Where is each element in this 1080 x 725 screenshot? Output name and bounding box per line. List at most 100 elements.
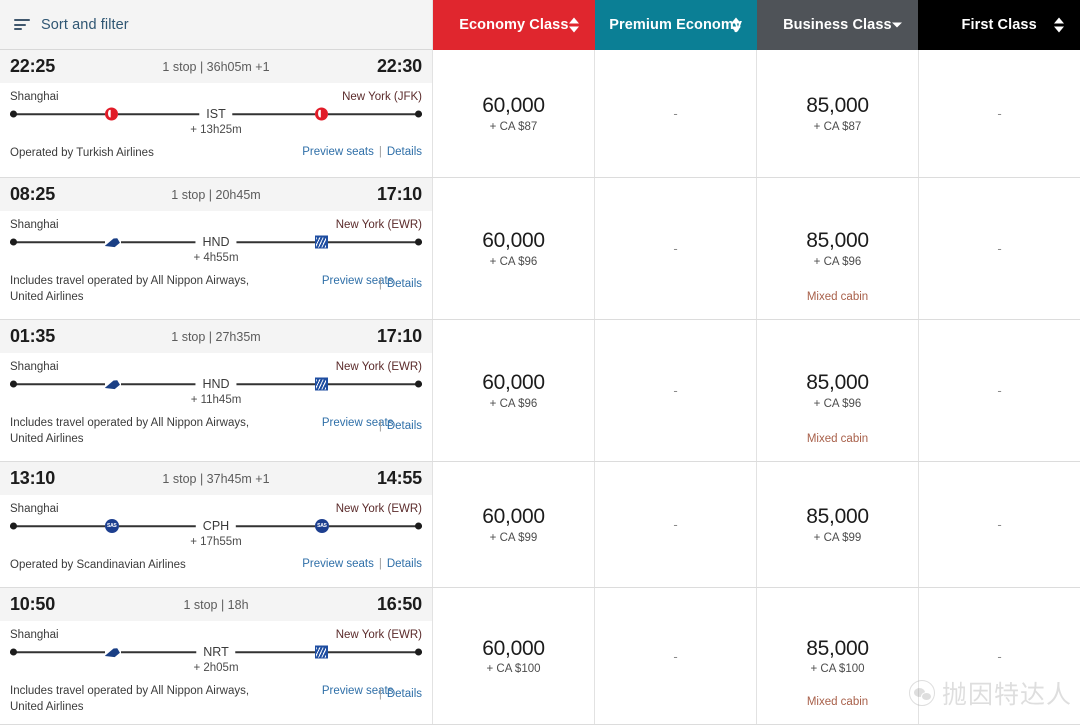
price-cell[interactable]: 85,000 + CA $87: [757, 50, 919, 177]
price-cell[interactable]: 85,000 + CA $100 Mixed cabin: [757, 588, 919, 724]
segment-2-carrier: SAS: [314, 519, 329, 533]
results-list: 22:25 1 stop | 36h05m +1 22:30 Shanghai …: [0, 50, 1080, 725]
details-link[interactable]: Details: [387, 420, 422, 432]
price-cell[interactable]: -: [919, 588, 1080, 724]
price-cell[interactable]: -: [595, 178, 757, 319]
united-logo-icon: [314, 235, 328, 249]
details-link[interactable]: Details: [387, 558, 422, 570]
price-cell[interactable]: 60,000 + CA $87: [433, 50, 595, 177]
column-header-premium-economy[interactable]: Premium Economy: [594, 0, 757, 50]
preview-seats-link[interactable]: Preview seats: [322, 684, 394, 700]
origin-dot: [10, 110, 17, 118]
column-header-first-class[interactable]: First Class: [918, 0, 1080, 50]
itinerary-cell[interactable]: 22:25 1 stop | 36h05m +1 22:30 Shanghai …: [0, 50, 433, 177]
itinerary-cell[interactable]: 10:50 1 stop | 18h 16:50 Shanghai New Yo…: [0, 588, 433, 724]
route-area: Shanghai New York (EWR) HND + 4h55m: [0, 211, 432, 264]
itinerary-cell[interactable]: 08:25 1 stop | 20h45m 17:10 Shanghai New…: [0, 178, 433, 319]
price-cell[interactable]: -: [919, 178, 1080, 319]
price-cell[interactable]: 85,000 + CA $96 Mixed cabin: [757, 178, 919, 319]
details-link[interactable]: Details: [387, 146, 422, 158]
column-header-economy-class[interactable]: Economy Class: [433, 0, 595, 50]
sort-and-filter-button[interactable]: Sort and filter: [0, 0, 433, 49]
operated-by-text: Includes travel operated by All Nippon A…: [10, 685, 250, 713]
price-cell[interactable]: 60,000 + CA $96: [433, 178, 595, 319]
times-bar: 13:10 1 stop | 37h45m +1 14:55: [0, 462, 432, 495]
price-cell[interactable]: -: [595, 50, 757, 177]
preview-seats-link[interactable]: Preview seats: [322, 416, 394, 432]
connection-airport-code: HND: [195, 235, 237, 249]
itinerary-footer: Includes travel operated by All Nippon A…: [0, 264, 432, 313]
price-cell[interactable]: -: [595, 462, 757, 587]
segment-1-carrier: [104, 107, 118, 121]
route-line: HND: [10, 377, 422, 391]
action-separator: |: [378, 277, 382, 290]
sort-updown-icon[interactable]: [730, 17, 741, 33]
route-endpoints: Shanghai New York (EWR): [10, 503, 422, 515]
row-actions: Preview seats | Details: [302, 146, 422, 158]
destination-city: New York (EWR): [335, 361, 422, 373]
price-cell[interactable]: -: [919, 320, 1080, 461]
price-cell[interactable]: 85,000 + CA $96 Mixed cabin: [757, 320, 919, 461]
sort-updown-icon[interactable]: [1054, 17, 1064, 33]
sort-down-icon[interactable]: [892, 22, 903, 28]
times-bar: 08:25 1 stop | 20h45m 17:10: [0, 178, 432, 211]
price-cell[interactable]: 85,000 + CA $99: [757, 462, 919, 587]
price-cell[interactable]: -: [919, 50, 1080, 177]
preview-seats-link[interactable]: Preview seats: [322, 274, 394, 290]
price-cell[interactable]: -: [919, 462, 1080, 587]
operated-by-text: Includes travel operated by All Nippon A…: [10, 417, 250, 445]
connection-airport-code: IST: [199, 107, 233, 121]
connection-airport-code: NRT: [196, 645, 236, 659]
times-bar: 01:35 1 stop | 27h35m 17:10: [0, 320, 432, 353]
ana-logo-icon: [105, 647, 121, 658]
column-header-label: Premium Economy: [609, 17, 743, 33]
destination-dot: [415, 380, 422, 388]
itinerary-footer: Operated by Turkish Airlines Preview sea…: [0, 136, 432, 170]
arrival-time: 17:10: [376, 326, 422, 346]
route-area: Shanghai New York (EWR) HND + 11h45m: [0, 353, 432, 406]
layover-duration: + 11h45m: [190, 394, 242, 406]
table-row: 08:25 1 stop | 20h45m 17:10 Shanghai New…: [0, 178, 1080, 320]
turkish-airlines-logo-icon: [314, 107, 328, 121]
destination-city: New York (EWR): [335, 629, 422, 641]
itinerary-footer: Includes travel operated by All Nippon A…: [0, 406, 432, 455]
arrival-time: 14:55: [376, 468, 422, 488]
row-actions: Preview seats | Details: [322, 416, 422, 432]
details-link[interactable]: Details: [387, 688, 422, 700]
sort-updown-icon[interactable]: [568, 17, 579, 33]
price-unavailable: -: [673, 517, 678, 532]
arrival-time: 22:30: [376, 56, 422, 76]
segment-2-carrier: [314, 377, 328, 391]
operated-by-text: Operated by Scandinavian Airlines: [10, 559, 186, 571]
price-cash: + CA $100: [810, 663, 865, 676]
stops-and-duration: 1 stop | 37h45m +1: [162, 471, 270, 486]
itinerary-cell[interactable]: 13:10 1 stop | 37h45m +1 14:55 Shanghai …: [0, 462, 433, 587]
price-cell[interactable]: -: [595, 320, 757, 461]
origin-dot: [10, 522, 17, 530]
itinerary-cell[interactable]: 01:35 1 stop | 27h35m 17:10 Shanghai New…: [0, 320, 433, 461]
price-cell[interactable]: 60,000 + CA $96: [433, 320, 595, 461]
details-link[interactable]: Details: [387, 278, 422, 290]
price-cell[interactable]: 60,000 + CA $99: [433, 462, 595, 587]
operated-by-text: Includes travel operated by All Nippon A…: [10, 275, 250, 303]
price-unavailable: -: [997, 106, 1002, 121]
price-miles: 60,000: [482, 505, 545, 529]
route-area: Shanghai New York (EWR) SAS SAS CPH + 17…: [0, 495, 432, 548]
price-miles: 85,000: [806, 505, 869, 529]
mixed-cabin-note: Mixed cabin: [806, 696, 869, 708]
route-area: Shanghai New York (JFK) IST + 13h25m: [0, 83, 432, 136]
price-cell[interactable]: 60,000 + CA $100: [433, 588, 595, 724]
column-header-business-class[interactable]: Business Class: [756, 0, 919, 50]
table-row: 01:35 1 stop | 27h35m 17:10 Shanghai New…: [0, 320, 1080, 462]
price-cash: + CA $87: [813, 120, 862, 133]
preview-seats-link[interactable]: Preview seats: [302, 558, 374, 570]
itinerary-footer: Operated by Scandinavian Airlines Previe…: [0, 548, 432, 582]
price-cell[interactable]: -: [595, 588, 757, 724]
row-actions: Preview seats | Details: [322, 684, 422, 700]
destination-city: New York (JFK): [342, 91, 422, 103]
preview-seats-link[interactable]: Preview seats: [302, 146, 374, 158]
price-miles: 60,000: [482, 371, 545, 395]
connection-airport-code: HND: [195, 377, 237, 391]
origin-dot: [10, 238, 17, 246]
route-endpoints: Shanghai New York (EWR): [10, 219, 422, 231]
